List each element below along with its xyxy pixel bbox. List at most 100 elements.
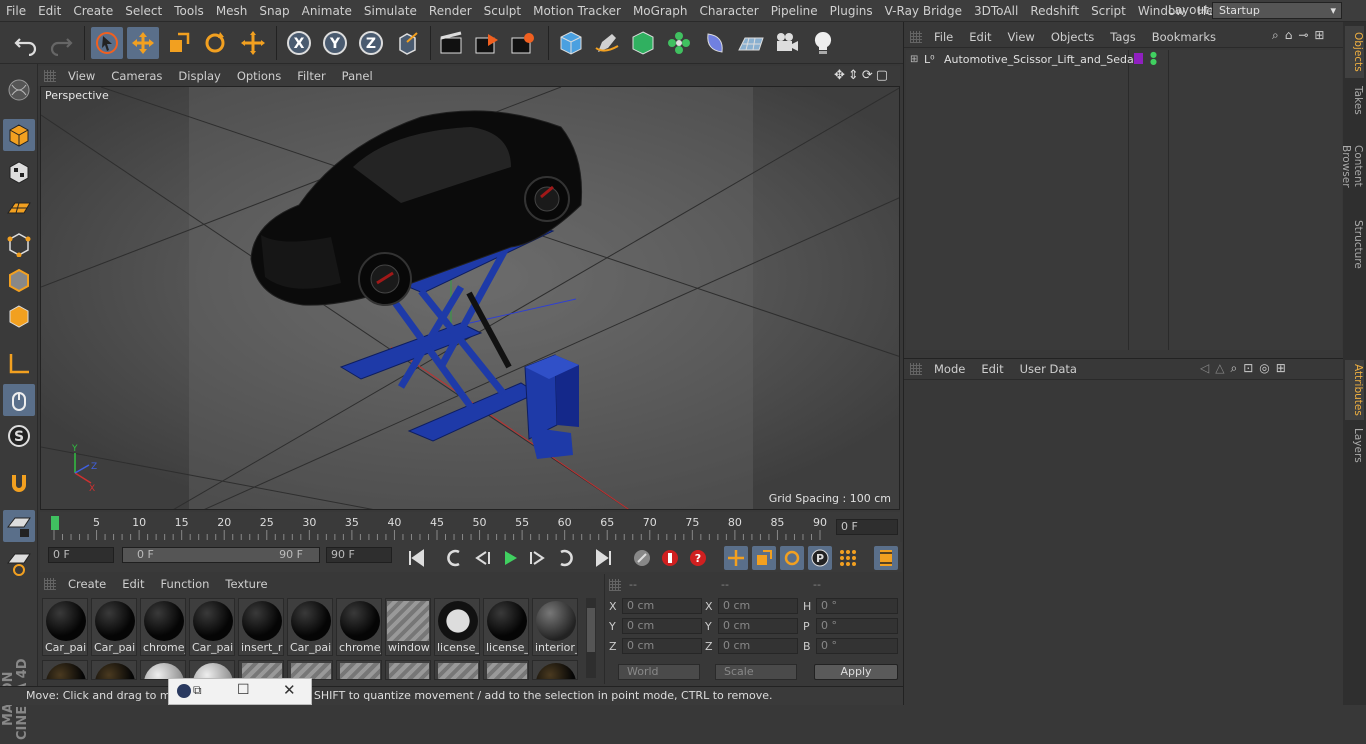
object-menu-edit[interactable]: Edit	[961, 30, 999, 44]
restore-icon[interactable]: ⧉	[193, 683, 202, 698]
material-swatch-row2[interactable]	[287, 660, 333, 680]
playhead[interactable]	[51, 516, 59, 530]
menu-3dtoall[interactable]: 3DToAll	[968, 4, 1024, 18]
c4d-app-icon[interactable]	[177, 684, 191, 698]
coord-value-field[interactable]: 0 cm	[718, 598, 798, 614]
start-frame-field[interactable]: 0 F	[48, 547, 114, 563]
perspective-viewport[interactable]: Y Z X Perspective Grid Spacing : 100 cm	[40, 86, 900, 510]
coord-value-field[interactable]: 0 cm	[622, 598, 702, 614]
previous-key-icon[interactable]	[442, 546, 466, 570]
material-swatch-row2[interactable]	[140, 660, 186, 680]
viewport-menu-view[interactable]: View	[60, 69, 103, 83]
material-swatch[interactable]: Car_pair	[91, 598, 137, 656]
z-axis-icon[interactable]: Z	[355, 27, 387, 59]
scale-icon[interactable]	[163, 27, 195, 59]
maximize-view-icon[interactable]: ▢	[876, 68, 888, 84]
key-scale-icon[interactable]	[752, 546, 776, 570]
object-menu-objects[interactable]: Objects	[1043, 30, 1102, 44]
material-swatch[interactable]: license_	[483, 598, 529, 656]
undo-icon[interactable]	[10, 27, 42, 59]
coord-value-field[interactable]: 0 °	[816, 638, 898, 654]
go-to-start-icon[interactable]	[404, 546, 428, 570]
key-position-icon[interactable]	[724, 546, 748, 570]
key-rotation-icon[interactable]	[780, 546, 804, 570]
tab-layers[interactable]: Layers	[1345, 424, 1364, 464]
material-swatch-row2[interactable]	[42, 660, 88, 680]
timeline-window-icon[interactable]	[874, 546, 898, 570]
material-swatch-row2[interactable]	[336, 660, 382, 680]
timeline-ruler[interactable]: 051015202530354045505560657075808590	[40, 512, 900, 542]
menu-v-ray-bridge[interactable]: V-Ray Bridge	[879, 4, 968, 18]
material-swatch[interactable]: chrome_	[140, 598, 186, 656]
next-frame-icon[interactable]	[526, 546, 550, 570]
coord-value-field[interactable]: 0 cm	[622, 638, 702, 654]
menu-character[interactable]: Character	[693, 4, 764, 18]
material-swatch-row2[interactable]	[189, 660, 235, 680]
mograph-cloner-icon[interactable]	[663, 27, 695, 59]
redo-icon[interactable]	[45, 27, 77, 59]
coord-scale-dropdown[interactable]: Scale	[715, 664, 797, 680]
material-swatch[interactable]: Car_pair	[42, 598, 88, 656]
render-picture-viewer-icon[interactable]	[471, 27, 503, 59]
edges-mode-icon[interactable]	[3, 264, 35, 296]
material-swatch[interactable]: Car_pair	[189, 598, 235, 656]
attribute-menu-mode[interactable]: Mode	[926, 362, 973, 376]
viewport-menu-options[interactable]: Options	[229, 69, 289, 83]
material-swatch[interactable]: Car_pair	[287, 598, 333, 656]
material-swatch-row2[interactable]	[385, 660, 431, 680]
back-arrow-icon[interactable]: ◁	[1200, 361, 1209, 377]
layer-color-swatch[interactable]	[1134, 53, 1143, 64]
render-settings-icon[interactable]	[507, 27, 539, 59]
workplane-icon[interactable]	[3, 192, 35, 224]
coord-mode-dropdown[interactable]: World	[618, 664, 700, 680]
viewport-menu-filter[interactable]: Filter	[289, 69, 333, 83]
pen-icon[interactable]	[591, 27, 623, 59]
tab-takes[interactable]: Takes	[1345, 82, 1364, 118]
menu-select[interactable]: Select	[119, 4, 168, 18]
floor-icon[interactable]	[735, 27, 767, 59]
coord-value-field[interactable]: 0 cm	[718, 638, 798, 654]
record-key-icon[interactable]	[658, 546, 682, 570]
material-swatch-row2[interactable]	[434, 660, 480, 680]
maximize-icon[interactable]: ☐	[237, 682, 250, 698]
object-menu-view[interactable]: View	[1000, 30, 1043, 44]
rotate-view-icon[interactable]: ⟳	[862, 68, 873, 84]
apply-button[interactable]: Apply	[814, 664, 898, 680]
coord-value-field[interactable]: 0 cm	[718, 618, 798, 634]
tab-objects[interactable]: Objects	[1345, 26, 1364, 78]
menu-edit[interactable]: Edit	[32, 4, 67, 18]
texture-mode-icon[interactable]	[3, 156, 35, 188]
menu-plugins[interactable]: Plugins	[824, 4, 879, 18]
up-arrow-icon[interactable]: △	[1215, 361, 1224, 377]
layout-select[interactable]: Startup	[1212, 2, 1342, 19]
deformer-icon[interactable]	[699, 27, 731, 59]
object-menu-tags[interactable]: Tags	[1102, 30, 1143, 44]
tweak-mode-icon[interactable]	[3, 384, 35, 416]
workplane-lock-icon[interactable]	[3, 510, 35, 542]
object-row[interactable]: ⊞ L⁰ Automotive_Scissor_Lift_and_Sedan ●…	[906, 50, 1342, 68]
menu-simulate[interactable]: Simulate	[358, 4, 423, 18]
tab-structure[interactable]: Structure	[1345, 214, 1364, 274]
coord-value-field[interactable]: 0 cm	[622, 618, 702, 634]
new-attr-window-icon[interactable]: ⊞	[1276, 361, 1286, 377]
material-menu-create[interactable]: Create	[60, 577, 114, 591]
expand-icon[interactable]: ⊞	[910, 54, 924, 65]
key-pla-icon[interactable]	[836, 546, 860, 570]
search-attr-icon[interactable]: ⌕	[1230, 361, 1237, 377]
menu-mograph[interactable]: MoGraph	[627, 4, 694, 18]
go-to-end-icon[interactable]	[592, 546, 616, 570]
pan-icon[interactable]: ✥	[834, 68, 845, 84]
material-swatch[interactable]: license_	[434, 598, 480, 656]
y-axis-icon[interactable]: Y	[319, 27, 351, 59]
end-frame-field[interactable]: 90 F	[326, 547, 392, 563]
material-menu-edit[interactable]: Edit	[114, 577, 152, 591]
move-icon[interactable]	[127, 27, 159, 59]
preview-range-slider[interactable]: 0 F 90 F	[122, 547, 320, 563]
menu-sculpt[interactable]: Sculpt	[478, 4, 527, 18]
menu-animate[interactable]: Animate	[296, 4, 358, 18]
visibility-dots[interactable]: ● ●	[1150, 51, 1157, 66]
tab-attributes[interactable]: Attributes	[1345, 360, 1364, 420]
material-swatch[interactable]: chrome_	[336, 598, 382, 656]
material-swatch[interactable]: interior_	[532, 598, 578, 656]
autokey-icon[interactable]: ?	[686, 546, 710, 570]
